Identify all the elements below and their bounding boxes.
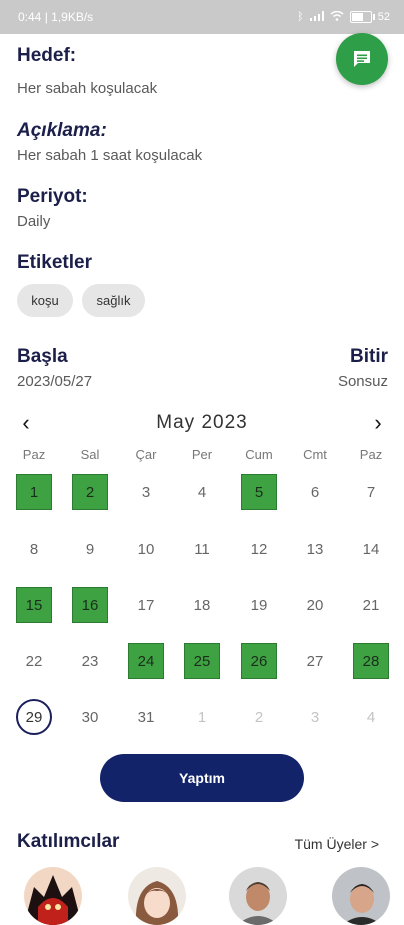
calendar-day[interactable]: 5 — [241, 474, 277, 510]
done-button[interactable]: Yaptım — [100, 754, 304, 802]
weekday-label: Cmt — [303, 447, 327, 462]
calendar-day[interactable]: 4 — [353, 699, 389, 735]
calendar-day[interactable]: 6 — [297, 474, 333, 510]
calendar-day[interactable]: 21 — [353, 587, 389, 623]
description-label: Açıklama: — [17, 120, 107, 141]
status-icons: ᛒ 52 — [297, 10, 390, 24]
weekday-label: Paz — [359, 447, 383, 462]
calendar-day[interactable]: 3 — [297, 699, 333, 735]
calendar-day[interactable]: 17 — [128, 587, 164, 623]
calendar-day[interactable]: 15 — [16, 587, 52, 623]
all-members-link[interactable]: Tüm Üyeler > — [295, 836, 379, 852]
weekday-label: Çar — [135, 447, 157, 462]
calendar-month-title: May 2023 — [156, 412, 248, 433]
bluetooth-icon: ᛒ — [297, 11, 304, 23]
period-value: Daily — [17, 213, 51, 230]
participant-avatar[interactable] — [229, 867, 287, 925]
start-label: Başla — [17, 346, 68, 367]
calendar-day[interactable]: 25 — [184, 643, 220, 679]
calendar-day[interactable]: 4 — [184, 474, 220, 510]
calendar-day[interactable]: 14 — [353, 531, 389, 567]
status-time: 0:44 | 1,9KB/s — [18, 10, 94, 24]
status-bar: 0:44 | 1,9KB/s ᛒ 52 — [0, 0, 404, 34]
goal-label: Hedef: — [17, 45, 77, 66]
weekday-label: Per — [191, 447, 213, 462]
calendar-day[interactable]: 23 — [72, 643, 108, 679]
participants-title: Katılımcılar — [17, 831, 120, 852]
calendar-day[interactable]: 1 — [184, 699, 220, 735]
chat-icon — [354, 51, 370, 67]
calendar-day[interactable]: 19 — [241, 587, 277, 623]
weekday-label: Sal — [80, 447, 100, 462]
participant-avatar[interactable] — [332, 867, 390, 925]
calendar-day[interactable]: 31 — [128, 699, 164, 735]
battery-icon — [349, 11, 375, 23]
calendar-day[interactable]: 20 — [297, 587, 333, 623]
calendar-day[interactable]: 1 — [16, 474, 52, 510]
signal-icon — [309, 10, 324, 24]
goal-value: Her sabah koşulacak — [17, 80, 158, 97]
calendar-day[interactable]: 2 — [72, 474, 108, 510]
participant-avatar[interactable] — [24, 867, 82, 925]
end-date[interactable]: Sonsuz — [338, 373, 388, 390]
calendar-day[interactable]: 10 — [128, 531, 164, 567]
wifi-icon — [330, 10, 344, 24]
calendar-day[interactable]: 2 — [241, 699, 277, 735]
chat-button[interactable] — [336, 33, 388, 85]
tag-chip[interactable]: sağlık — [82, 284, 145, 317]
weekday-label: Cum — [245, 447, 273, 462]
calendar-day[interactable]: 7 — [353, 474, 389, 510]
tag-chip[interactable]: koşu — [17, 284, 73, 317]
calendar-day[interactable]: 22 — [16, 643, 52, 679]
calendar-day[interactable]: 27 — [297, 643, 333, 679]
calendar-day[interactable]: 24 — [128, 643, 164, 679]
description-value: Her sabah 1 saat koşulacak — [17, 147, 203, 164]
calendar-day[interactable]: 12 — [241, 531, 277, 567]
period-label: Periyot: — [17, 186, 88, 207]
calendar-header: ‹ May 2023 › — [0, 410, 404, 438]
battery-level: 52 — [377, 11, 390, 23]
calendar-day[interactable]: 30 — [72, 699, 108, 735]
calendar-day[interactable]: 8 — [16, 531, 52, 567]
weekday-label: Paz — [22, 447, 46, 462]
calendar-day[interactable]: 26 — [241, 643, 277, 679]
calendar-day[interactable]: 11 — [184, 531, 220, 567]
start-date[interactable]: 2023/05/27 — [17, 373, 92, 390]
calendar-day[interactable]: 9 — [72, 531, 108, 567]
next-month-icon[interactable]: › — [366, 410, 390, 436]
calendar-day[interactable]: 3 — [128, 474, 164, 510]
calendar-day[interactable]: 28 — [353, 643, 389, 679]
tags-label: Etiketler — [17, 252, 92, 273]
calendar-day[interactable]: 16 — [72, 587, 108, 623]
calendar-day[interactable]: 29 — [16, 699, 52, 735]
calendar-day[interactable]: 18 — [184, 587, 220, 623]
participant-avatar[interactable] — [128, 867, 186, 925]
calendar-day[interactable]: 13 — [297, 531, 333, 567]
end-label: Bitir — [350, 346, 388, 367]
